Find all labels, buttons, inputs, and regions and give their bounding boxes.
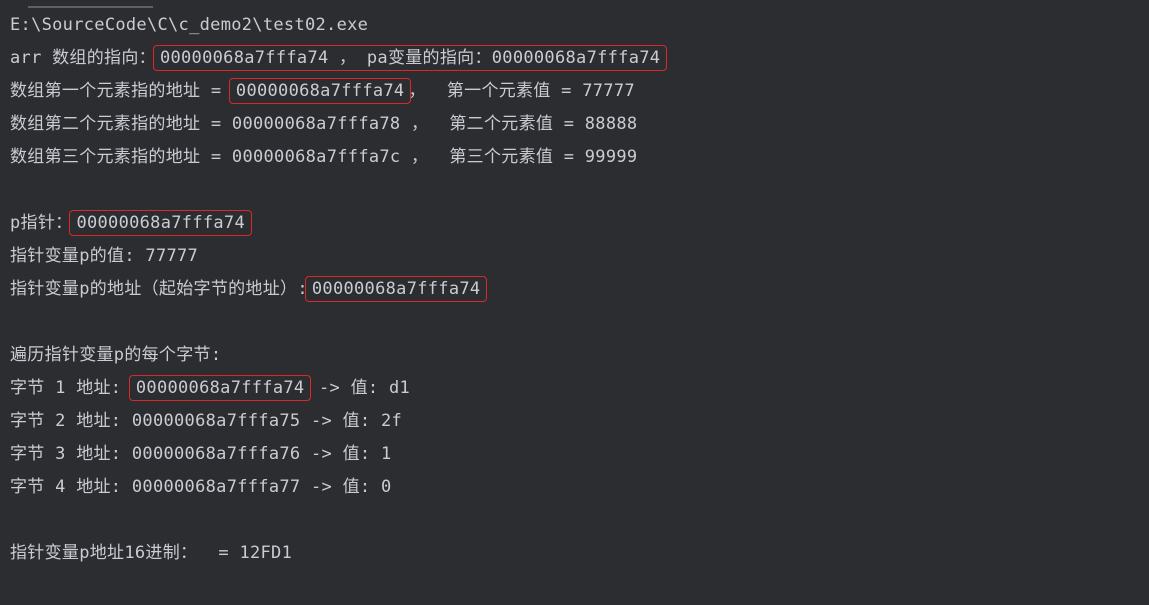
console-line-iterate-header: 遍历指针变量p的每个字节: <box>10 345 222 365</box>
console-line-byte-1: 字节 1 地址: 00000068a7fffa74 -> 值: d1 <box>10 373 1149 406</box>
console-line-element-2: 数组第二个元素指的地址 = 00000068a7fffa78 ， 第二个元素值 … <box>10 114 638 134</box>
console-line-path: E:\SourceCode\C\c_demo2\test02.exe <box>10 15 369 35</box>
active-tab-indicator <box>28 6 153 8</box>
element-1-value: ， 第一个元素值 = 77777 <box>408 81 635 101</box>
highlighted-address: 00000068a7fffa74 ， pa变量的指向：00000068a7fff… <box>152 45 668 71</box>
console-line-hex-address: 指针变量p地址16进制： = 12FD1 <box>10 543 293 563</box>
console-line-arr-pointer: arr 数组的指向： 00000068a7fffa74 ， pa变量的指向：000… <box>10 43 1149 76</box>
console-line-byte-4: 字节 4 地址: 00000068a7fffa77 -> 值: 0 <box>10 477 392 497</box>
element-1-label: 数组第一个元素指的地址 = <box>10 81 232 101</box>
tab-strip <box>0 0 1149 9</box>
console-line-byte-2: 字节 2 地址: 00000068a7fffa75 -> 值: 2f <box>10 411 403 431</box>
byte-1-label: 字节 1 地址: <box>10 378 132 398</box>
console-line-p-value: 指针变量p的值: 77777 <box>10 246 199 266</box>
highlighted-address: 00000068a7fffa74 <box>128 375 312 401</box>
byte-1-value: -> 值: d1 <box>308 378 411 398</box>
console-line-element-3: 数组第三个元素指的地址 = 00000068a7fffa7c ， 第三个元素值 … <box>10 147 638 167</box>
p-address-label: 指针变量p的地址（起始字节的地址）: <box>10 279 308 299</box>
arr-label: arr 数组的指向： <box>10 48 156 68</box>
highlighted-address: 00000068a7fffa74 <box>304 276 488 302</box>
console-output[interactable]: E:\SourceCode\C\c_demo2\test02.exe arr 数… <box>10 10 1149 605</box>
console-line-byte-3: 字节 3 地址: 00000068a7fffa76 -> 值: 1 <box>10 444 392 464</box>
console-line-p-address: 指针变量p的地址（起始字节的地址）: 00000068a7fffa74 <box>10 274 1149 307</box>
console-line-element-1: 数组第一个元素指的地址 = 00000068a7fffa74， 第一个元素值 =… <box>10 76 1149 109</box>
highlighted-address: 00000068a7fffa74 <box>69 210 252 236</box>
p-pointer-label: p指针： <box>10 213 73 233</box>
console-line-p-pointer: p指针： 00000068a7fffa74 <box>10 208 1149 241</box>
highlighted-address: 00000068a7fffa74 <box>228 78 412 104</box>
